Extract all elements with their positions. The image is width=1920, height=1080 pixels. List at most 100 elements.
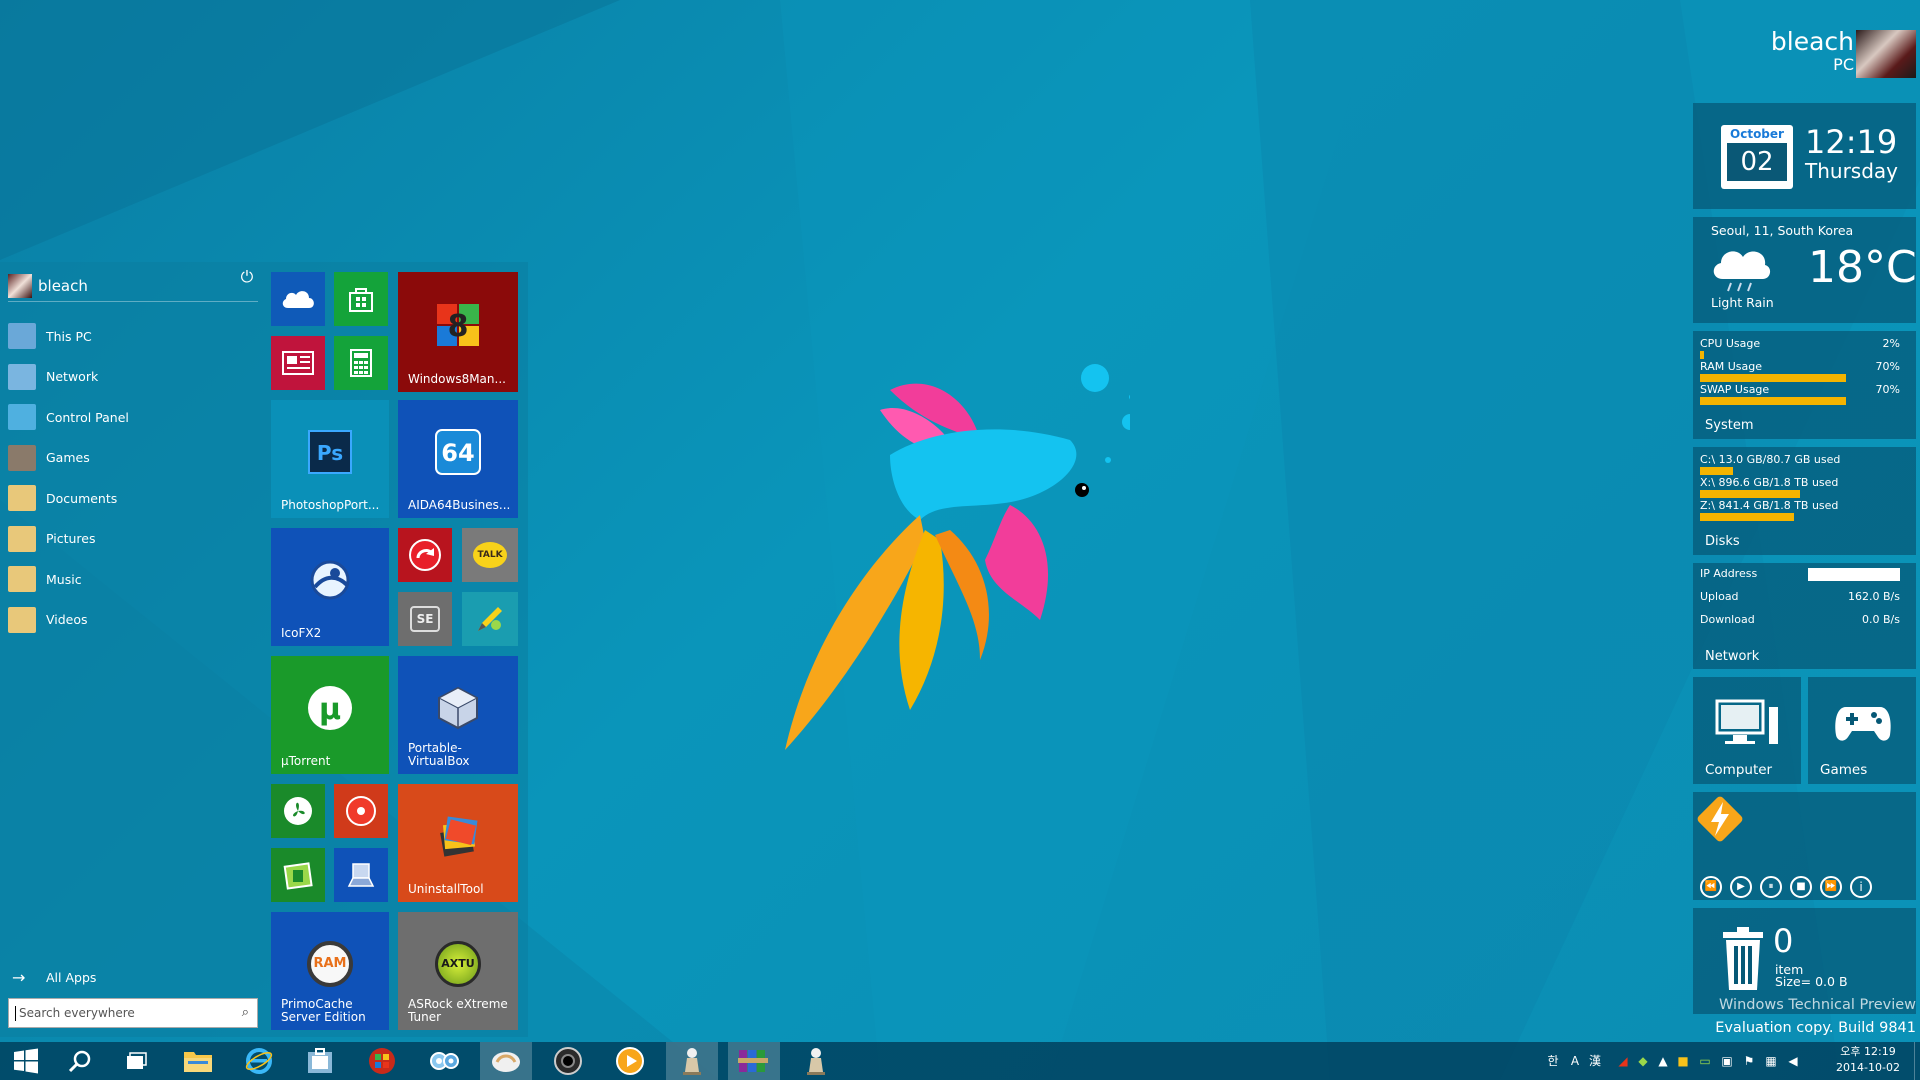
volume-icon[interactable]: ◀ [1786,1054,1800,1068]
taskbar-file-explorer[interactable] [172,1042,224,1080]
newspaper-icon [282,351,314,375]
icofx-icon [310,560,350,600]
tile-se[interactable]: SE [398,592,452,646]
tile-calculator[interactable] [334,336,388,390]
start-nav-label: Videos [46,612,88,627]
taskbar-internet-explorer[interactable] [233,1042,285,1080]
search-icon[interactable]: ⌕ [242,1005,249,1020]
system-row-label: CPU Usage [1700,337,1761,350]
ime-hanja-icon[interactable]: 漢 [1588,1054,1602,1068]
tile-green-app[interactable] [271,784,325,838]
tray-cpu-icon[interactable]: ■ [1676,1054,1690,1068]
system-row-value: 70% [1875,360,1900,373]
tile-label: PhotoshopPort... [281,498,380,512]
svg-text:Ps: Ps [317,441,343,465]
play-icon[interactable]: ▶ [1730,876,1752,898]
tray-network-icon[interactable]: ▦ [1764,1054,1778,1068]
taskbar-app-chess[interactable] [666,1042,718,1080]
tile-aida64[interactable]: 64 AIDA64Busines... [398,400,518,518]
tile-icofx[interactable]: IcoFX2 [271,528,389,646]
task-view-icon [127,1052,147,1069]
rewind-icon[interactable]: ⏪ [1700,876,1722,898]
power-icon[interactable]: ⏻ [238,268,256,286]
windows8manager-icon: 8 [437,303,479,346]
taskbar-clock[interactable]: 오후 12:19 2014-10-02 [1830,1044,1906,1076]
start-nav-games[interactable]: Games [8,440,258,476]
tile-news[interactable] [271,336,325,390]
user-avatar [8,273,32,298]
tile-virtualbox[interactable]: Portable- VirtualBox [398,656,518,774]
pause-icon[interactable]: ⏸ [1760,876,1782,898]
games-icon [8,444,36,471]
games-shortcut[interactable]: Games [1808,677,1916,784]
tile-photoshop[interactable]: Ps PhotoshopPort... [271,400,389,518]
task-view-button[interactable] [111,1042,163,1080]
user-info[interactable]: bleach PC [1740,28,1854,74]
start-nav-this-pc[interactable]: This PC [8,318,258,354]
start-button[interactable] [0,1042,52,1080]
text-cursor [15,1005,16,1021]
machine-name: PC [1833,55,1854,74]
computer-shortcut[interactable]: Computer [1693,677,1801,784]
calendar-month: October [1730,127,1784,141]
tile-pen-app[interactable] [462,592,518,646]
tile-windows8manager[interactable]: 8 Windows8Man... [398,272,518,392]
stop-icon[interactable]: ■ [1790,876,1812,898]
taskbar-camera-app[interactable] [542,1042,594,1080]
taskbar-media-player[interactable] [604,1042,656,1080]
computer-icon [8,323,36,349]
tile-utorrent[interactable]: µ µTorrent [271,656,389,774]
taskbar-windows8manager[interactable] [356,1042,408,1080]
show-desktop-button[interactable] [1914,1042,1920,1080]
tile-green-square-app[interactable] [271,848,325,902]
tile-disc-app[interactable] [334,784,388,838]
ime-hangul-icon[interactable]: 한 [1546,1054,1560,1068]
tile-uninstalltool[interactable]: UninstallTool [398,784,518,902]
music-folder-icon [8,566,36,592]
start-nav-pictures[interactable]: Pictures [8,521,258,557]
info-icon[interactable]: i [1850,876,1872,898]
fast-forward-icon[interactable]: ⏩ [1820,876,1842,898]
taskbar-active-app[interactable] [480,1042,532,1080]
tile-onedrive[interactable] [271,272,325,326]
tray-leaf-icon[interactable]: ◆ [1636,1054,1650,1068]
start-nav-videos[interactable]: Videos [8,602,258,638]
taskbar-winrar[interactable] [728,1042,780,1080]
tray-app-icon[interactable]: ◢ [1616,1054,1630,1068]
search-input[interactable]: Search everywhere ⌕ [8,998,258,1028]
tile-primocache[interactable]: RAM PrimoCache Server Edition [271,912,389,1030]
taskbar-app-chess-2[interactable] [790,1042,842,1080]
user-avatar-large[interactable] [1856,30,1916,78]
taskbar-app-store[interactable] [294,1042,346,1080]
chess-piece-icon [807,1048,825,1075]
tray-usb-icon[interactable]: ▣ [1720,1054,1734,1068]
start-nav-documents[interactable]: Documents [8,480,258,516]
ip-address-field [1808,568,1900,581]
tray-droplet-icon[interactable]: ▲ [1656,1054,1670,1068]
tray-flag-icon[interactable]: ⚑ [1742,1054,1756,1068]
start-user-row[interactable]: bleach [8,270,258,302]
windows-logo-icon [14,1048,38,1074]
tile-kakaotalk[interactable]: TALK [462,528,518,582]
rain-cloud-icon [1713,251,1771,292]
tile-store[interactable] [334,272,388,326]
start-nav-control-panel[interactable]: Control Panel [8,399,258,435]
usage-bar [1700,351,1705,359]
tile-label: UninstallTool [408,882,484,896]
start-nav-music[interactable]: Music [8,561,258,597]
tray-monitor-icon[interactable]: ▭ [1698,1054,1712,1068]
ime-alpha-icon[interactable]: A [1568,1054,1582,1068]
tile-asrock[interactable]: AXTU ASRock eXtreme Tuner [398,912,518,1030]
disk-row-label: Z:\ 841.4 GB/1.8 TB used [1700,499,1839,512]
tile-label: PrimoCache Server Edition [281,997,366,1024]
taskbar-control-panel[interactable] [418,1042,470,1080]
all-apps-link[interactable]: → All Apps [12,968,96,987]
taskbar-search-button[interactable] [54,1042,106,1080]
tile-pc-app[interactable] [334,848,388,902]
ram-gauge-icon: RAM [307,940,353,987]
start-nav-network[interactable]: Network [8,359,258,395]
tile-label: AIDA64Busines... [408,498,511,512]
start-nav-label: This PC [46,328,92,344]
tile-red-app[interactable] [398,528,452,582]
watermark-line2: Evaluation copy. Build 9841 [1715,1020,1916,1036]
